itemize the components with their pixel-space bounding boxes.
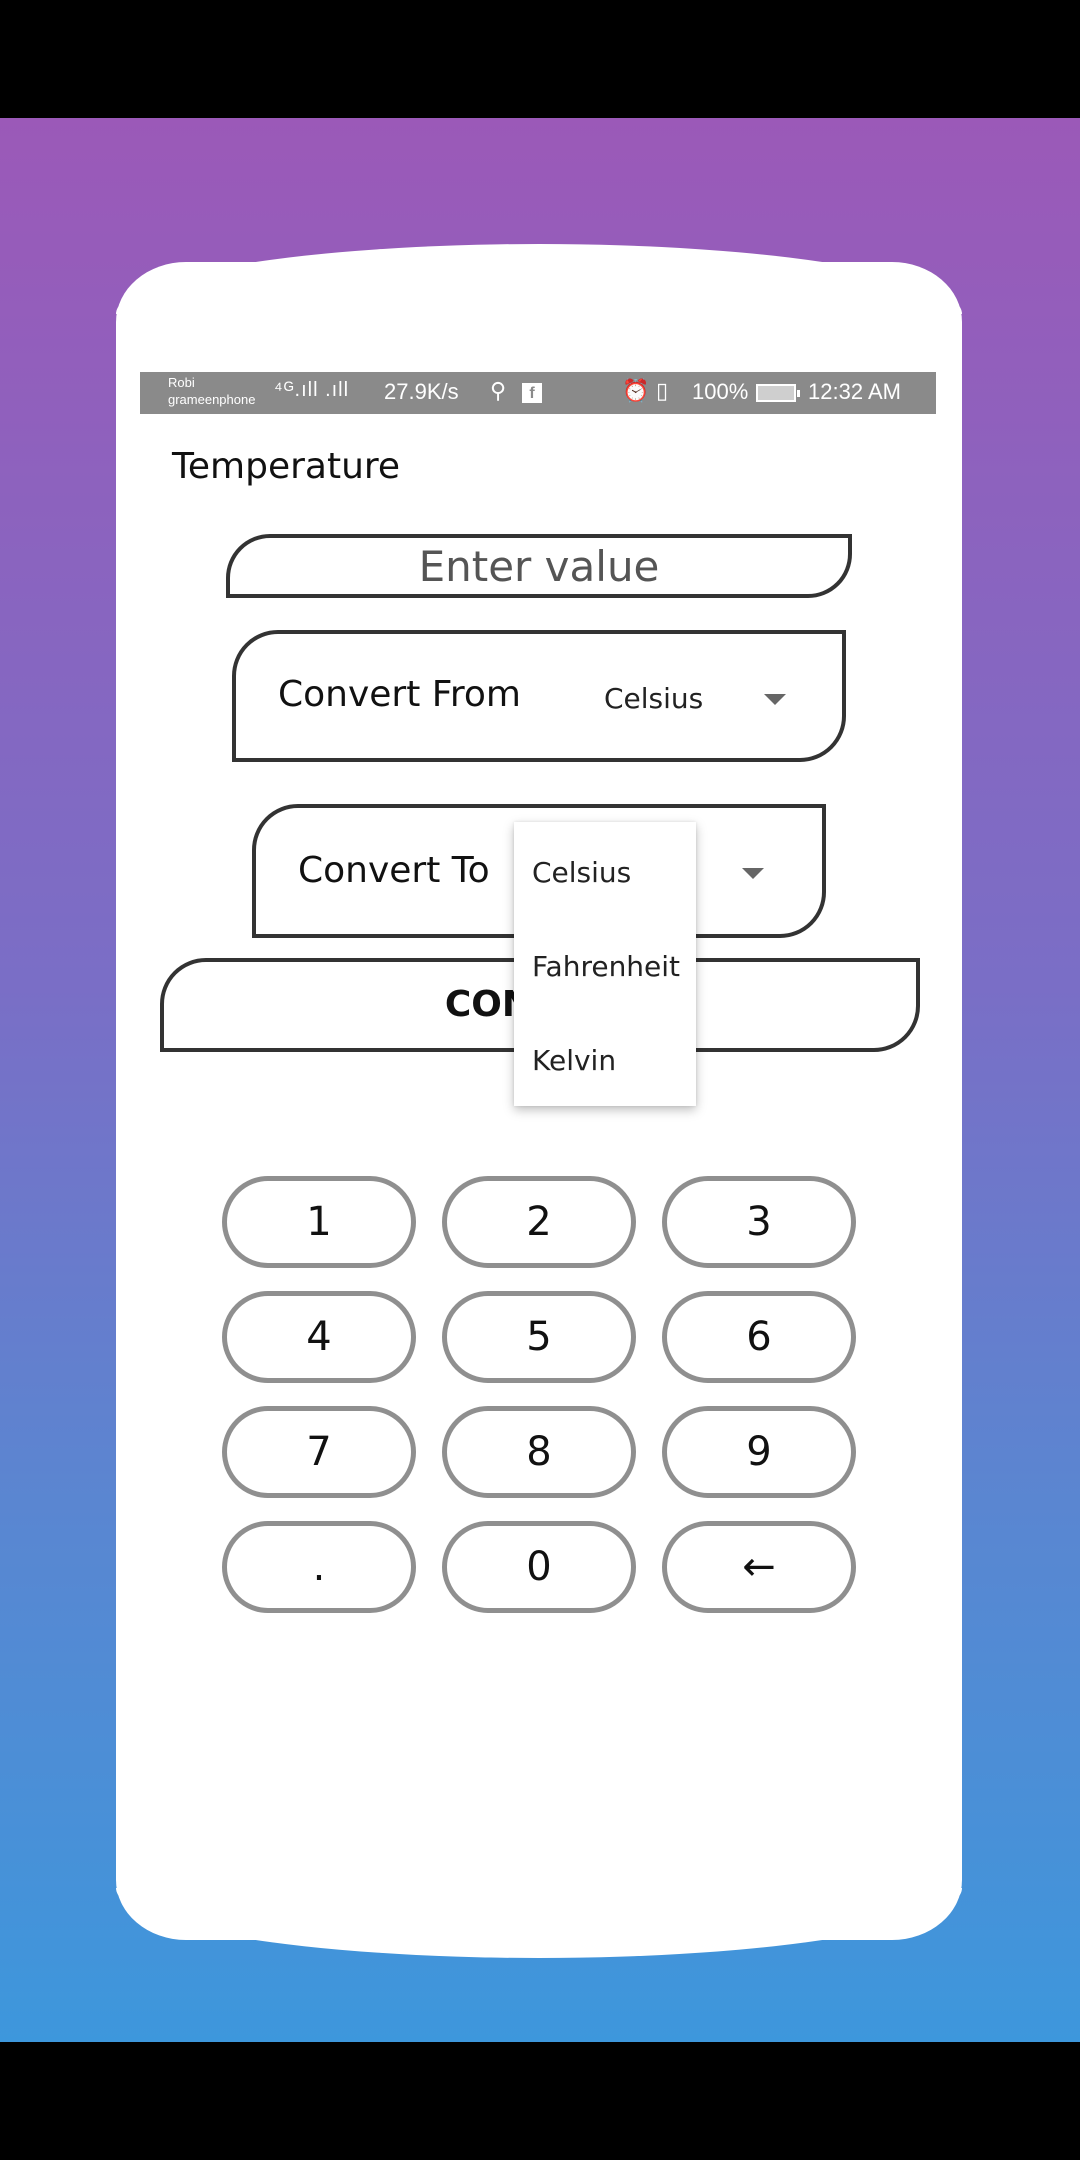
key-2[interactable]: 2 — [442, 1176, 636, 1268]
carrier-1: Robi — [168, 375, 195, 390]
alarm-icon: ⏰ — [622, 378, 650, 403]
convert-from-selected: Celsius — [604, 682, 704, 715]
vibrate-icon: ▯ — [656, 378, 669, 403]
page-title: Temperature — [172, 446, 401, 487]
convert-from-spinner[interactable]: Convert From Celsius — [232, 630, 846, 762]
key-8[interactable]: 8 — [442, 1406, 636, 1498]
dropdown-option-fahrenheit[interactable]: Fahrenheit — [532, 950, 680, 983]
key-3[interactable]: 3 — [662, 1176, 856, 1268]
key-7[interactable]: 7 — [222, 1406, 416, 1498]
battery-icon — [756, 384, 800, 402]
key-decimal[interactable]: . — [222, 1521, 416, 1613]
status-bar: Robi grameenphone ⁴ᴳ.ıll .ıll 27.9K/s ⚲ … — [140, 372, 936, 414]
dropdown-option-celsius[interactable]: Celsius — [532, 856, 631, 889]
key-4[interactable]: 4 — [222, 1291, 416, 1383]
backspace-key[interactable]: ← — [662, 1521, 856, 1613]
facebook-icon: f — [522, 383, 542, 403]
net-speed: 27.9K/s — [384, 379, 459, 404]
key-5[interactable]: 5 — [442, 1291, 636, 1383]
carrier-2: grameenphone — [168, 392, 256, 407]
key-6[interactable]: 6 — [662, 1291, 856, 1383]
dropdown-option-kelvin[interactable]: Kelvin — [532, 1044, 616, 1077]
convert-to-dropdown-menu: Celsius Fahrenheit Kelvin — [514, 822, 696, 1106]
convert-from-label: Convert From — [278, 674, 521, 715]
carrier-names: Robi grameenphone — [168, 374, 255, 408]
key-1[interactable]: 1 — [222, 1176, 416, 1268]
battery-percent: 100% — [692, 379, 749, 404]
keypad: 1 2 3 4 5 6 7 8 9 . 0 ← — [222, 1176, 858, 1616]
clock: 12:32 AM — [808, 379, 901, 404]
dropdown-arrow-icon — [764, 694, 786, 705]
signal-icon: ⁴ᴳ.ıll .ıll — [274, 379, 350, 401]
value-input[interactable] — [226, 534, 852, 598]
convert-to-label: Convert To — [298, 850, 490, 891]
usb-icon: ⚲ — [490, 378, 507, 403]
key-9[interactable]: 9 — [662, 1406, 856, 1498]
dropdown-arrow-icon — [742, 868, 764, 879]
key-0[interactable]: 0 — [442, 1521, 636, 1613]
